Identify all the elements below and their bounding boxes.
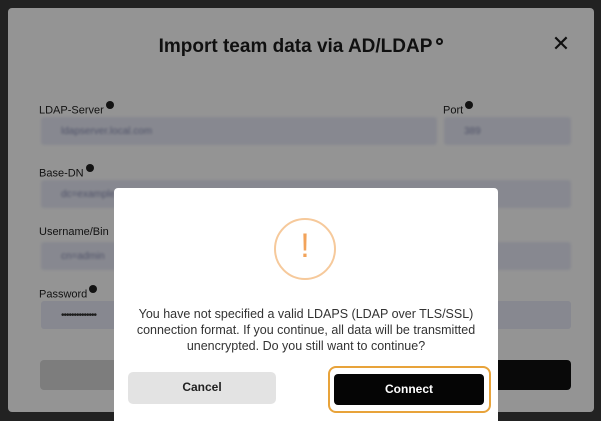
warning-icon: ! xyxy=(274,218,336,280)
warning-message: You have not specified a valid LDAPS (LD… xyxy=(136,307,476,353)
cancel-button[interactable]: Cancel xyxy=(128,372,276,404)
connect-button[interactable]: Connect xyxy=(334,374,484,405)
exclamation-icon: ! xyxy=(300,227,310,265)
ldaps-warning-dialog: ! You have not specified a valid LDAPS (… xyxy=(114,188,498,421)
